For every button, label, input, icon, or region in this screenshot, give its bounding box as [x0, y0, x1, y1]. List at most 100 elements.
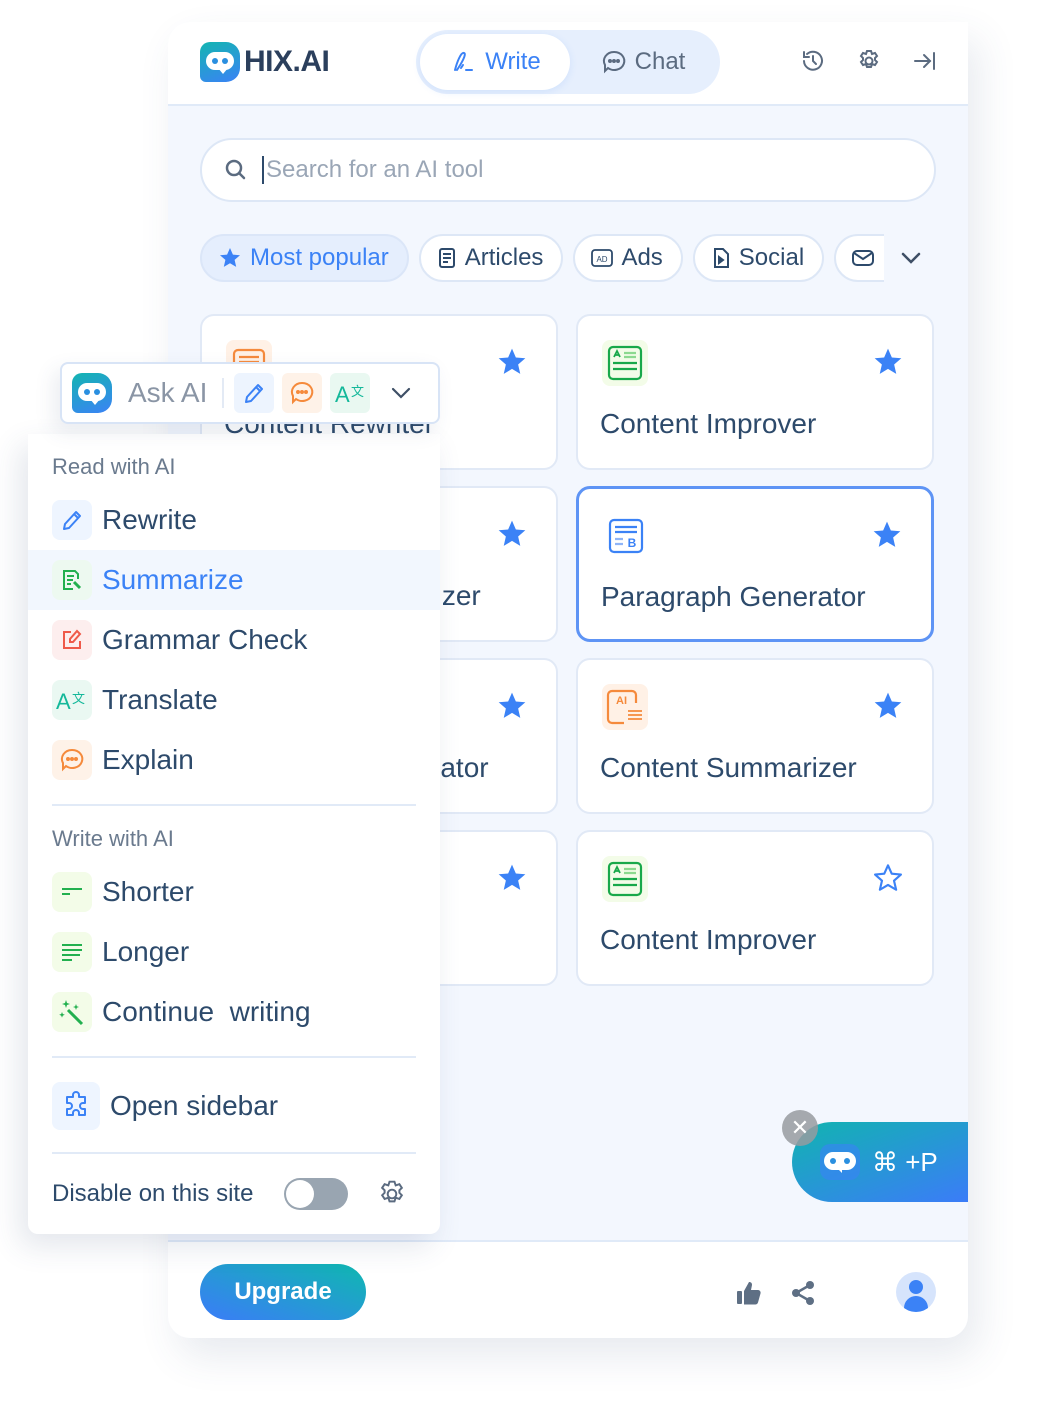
- menu-item-label: Continue writing: [102, 996, 311, 1027]
- footer: Upgrade: [168, 1240, 968, 1338]
- chip-ads[interactable]: AD Ads: [573, 234, 683, 282]
- tool-card[interactable]: Content Improver: [576, 314, 934, 470]
- pencil-icon[interactable]: [234, 373, 274, 413]
- user-avatar[interactable]: [896, 1272, 936, 1312]
- chevron-down-icon[interactable]: [896, 244, 926, 272]
- tool-card-selected[interactable]: B Paragraph Generator: [576, 486, 934, 642]
- hix-bot-icon: [820, 1144, 860, 1180]
- upgrade-button[interactable]: Upgrade: [200, 1264, 366, 1320]
- gear-icon[interactable]: [376, 1178, 408, 1210]
- star-outline-icon[interactable]: [872, 862, 904, 894]
- menu-item-label: Longer: [102, 936, 190, 967]
- star-filled-icon[interactable]: [872, 690, 904, 722]
- menu-item-label: Explain: [102, 744, 194, 775]
- menu-item-shorter[interactable]: Shorter: [28, 862, 440, 922]
- social-file-icon: [713, 248, 729, 268]
- collapse-sidebar-icon[interactable]: [912, 48, 938, 74]
- star-filled-icon[interactable]: [871, 519, 903, 551]
- chip-articles[interactable]: Articles: [418, 234, 564, 282]
- brand-name: HIX.AI: [244, 45, 330, 78]
- ask-ai-input[interactable]: Ask AI: [128, 377, 214, 409]
- header-actions: [800, 48, 938, 74]
- chip-label: Articles: [464, 244, 544, 271]
- tool-title: Content Improver: [600, 924, 817, 955]
- menu-item-grammar-check[interactable]: Grammar Check: [28, 610, 440, 670]
- document-icon: [438, 248, 455, 268]
- chip-label: E: [882, 244, 884, 272]
- hix-logo-icon: [72, 373, 112, 413]
- summarize-icon: [52, 560, 92, 600]
- menu-item-open-sidebar[interactable]: Open sidebar: [28, 1076, 440, 1136]
- search-icon: [225, 159, 246, 180]
- svg-text:AI: AI: [616, 695, 627, 707]
- tab-write-label: Write: [485, 48, 541, 75]
- thumbs-up-icon[interactable]: [734, 1278, 764, 1308]
- shortcut-launcher[interactable]: ⌘ +P: [792, 1122, 968, 1202]
- search-input[interactable]: [262, 156, 862, 184]
- menu-item-rewrite[interactable]: Rewrite: [28, 490, 440, 550]
- menu-item-label: Rewrite: [102, 504, 197, 535]
- close-shortcut-icon[interactable]: ✕: [782, 1110, 818, 1146]
- share-icon[interactable]: [788, 1278, 818, 1308]
- chip-label: Social: [738, 244, 805, 271]
- star-filled-icon[interactable]: [496, 862, 528, 894]
- disable-site-toggle[interactable]: [284, 1178, 348, 1210]
- tab-chat[interactable]: Chat: [570, 34, 716, 90]
- chip-social[interactable]: Social: [692, 234, 825, 282]
- history-icon[interactable]: [800, 48, 826, 74]
- divider: [52, 1056, 416, 1058]
- translate-icon: A文: [52, 680, 92, 720]
- menu-item-continue-writing[interactable]: Continue writing: [28, 982, 440, 1042]
- star-filled-icon[interactable]: [496, 518, 528, 550]
- svg-text:B: B: [628, 536, 637, 550]
- longer-icon: [52, 932, 92, 972]
- tool-card[interactable]: AI Content Summarizer: [576, 658, 934, 814]
- chat-bubble-icon[interactable]: [282, 373, 322, 413]
- chip-email[interactable]: E: [834, 234, 884, 282]
- ad-icon: AD: [591, 249, 614, 267]
- section-title-write: Write with AI: [52, 826, 174, 851]
- menu-item-longer[interactable]: Longer: [28, 922, 440, 982]
- star-filled-icon[interactable]: [872, 346, 904, 378]
- menu-item-label: Grammar Check: [102, 624, 308, 655]
- menu-item-label: Translate: [102, 684, 218, 715]
- chip-most-popular[interactable]: Most popular: [200, 234, 409, 282]
- improver-icon: [602, 856, 648, 902]
- tool-title: Content Summarizer: [600, 752, 857, 783]
- shorter-icon: [52, 872, 92, 912]
- section-title-read: Read with AI: [52, 454, 176, 479]
- menu-item-label: Open sidebar: [110, 1090, 279, 1121]
- tab-chat-label: Chat: [634, 48, 686, 75]
- puzzle-icon: [52, 1082, 100, 1130]
- chevron-down-icon[interactable]: [386, 378, 416, 408]
- magic-wand-icon: [52, 992, 92, 1032]
- star-filled-icon[interactable]: [496, 346, 528, 378]
- star-icon: [220, 248, 240, 267]
- svg-text:A: A: [56, 689, 71, 713]
- svg-text:A: A: [335, 382, 350, 406]
- chip-label: Most popular: [250, 244, 389, 271]
- mode-switch: Write Chat: [416, 30, 720, 94]
- tool-search: [200, 138, 936, 202]
- mail-icon: [852, 250, 875, 266]
- pencil-icon: [52, 500, 92, 540]
- tool-card[interactable]: Content Improver: [576, 830, 934, 986]
- tool-title: Content Improver: [600, 408, 817, 439]
- gear-icon[interactable]: [856, 48, 882, 74]
- signature-pen-icon: [454, 52, 474, 71]
- divider: [52, 804, 416, 806]
- grammar-check-icon: [52, 620, 92, 660]
- svg-text:AD: AD: [597, 255, 608, 264]
- tab-write[interactable]: Write: [420, 34, 570, 90]
- translate-icon[interactable]: A文: [330, 373, 370, 413]
- menu-item-explain[interactable]: Explain: [28, 730, 440, 790]
- star-filled-icon[interactable]: [496, 690, 528, 722]
- paragraph-icon: B: [603, 513, 649, 559]
- summarizer-icon: AI: [602, 684, 648, 730]
- hix-logo-icon: [200, 42, 240, 82]
- menu-item-summarize[interactable]: Summarize: [28, 550, 440, 610]
- chat-bubble-icon: [52, 740, 92, 780]
- improver-icon: [602, 340, 648, 386]
- ask-ai-toolbar: Ask AI A文: [60, 362, 440, 424]
- menu-item-translate[interactable]: A文 Translate: [28, 670, 440, 730]
